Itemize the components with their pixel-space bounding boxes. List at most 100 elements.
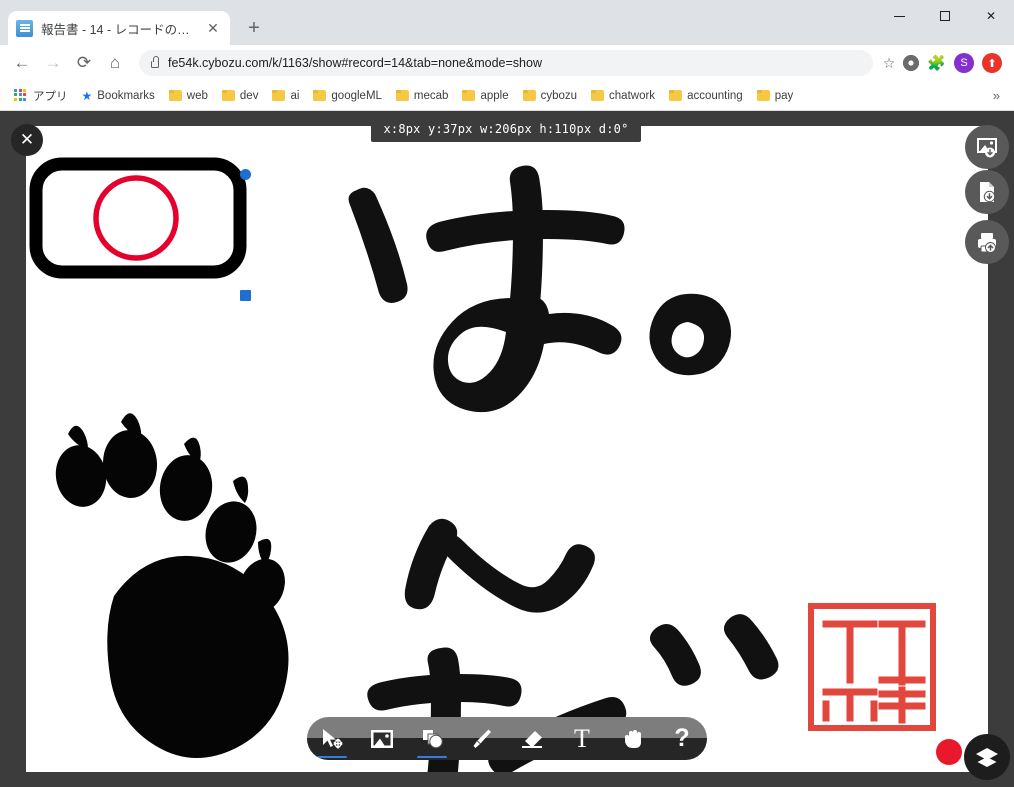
bookmark-star-icon[interactable]: ☆	[883, 55, 896, 72]
tool-toolbar: T ?	[307, 717, 707, 760]
handwriting-n	[404, 518, 595, 613]
omnibox-actions: ☆ 🧩 S ⬆	[883, 53, 1006, 73]
bookmarks-overflow-icon[interactable]: »	[987, 88, 1006, 103]
text-t-icon: T	[574, 723, 590, 753]
update-menu-icon[interactable]: ⬆	[982, 53, 1002, 73]
handwriting-pa	[348, 165, 732, 413]
folder-icon	[591, 90, 605, 101]
help-tool[interactable]: ?	[663, 717, 701, 760]
image-download-icon	[977, 138, 997, 158]
bookmark-label: mecab	[413, 89, 449, 102]
brush-icon	[473, 729, 491, 748]
browser-navbar: ← → ⟳ ⌂ fe54k.cybozu.com/k/1163/show#rec…	[0, 45, 1014, 81]
eraser-icon	[522, 730, 542, 748]
canvas-editor: ✕ x:8px y:37px w:206px h:110px d:0° T ?	[0, 112, 1014, 787]
layers-button[interactable]	[964, 734, 1010, 780]
rotate-handle[interactable]	[240, 169, 251, 180]
bookmark-label: apple	[480, 89, 509, 102]
bookmark-item-googleml[interactable]: googleML	[307, 87, 388, 105]
bookmark-label: pay	[774, 89, 794, 102]
brush-tool[interactable]	[463, 717, 501, 760]
question-mark-icon: ?	[674, 724, 690, 752]
star-icon: ★	[81, 88, 93, 103]
bookmark-item-web[interactable]: web	[163, 87, 214, 105]
drawing-canvas[interactable]	[26, 126, 988, 787]
bookmark-item-chatwork[interactable]: chatwork	[585, 87, 661, 105]
hand-tool[interactable]	[613, 717, 651, 760]
forward-icon[interactable]: →	[39, 49, 67, 77]
document-list-icon	[16, 19, 33, 37]
hanko-stamp	[808, 603, 936, 731]
bookmark-item-mecab[interactable]: mecab	[390, 87, 455, 105]
app-root: 報告書 - 14 - レコードの詳細 ✕ + ✕ ← → ⟳ ⌂ fe54k.c…	[0, 0, 1014, 787]
browser-tab[interactable]: 報告書 - 14 - レコードの詳細 ✕	[8, 11, 230, 45]
folder-icon	[756, 90, 770, 101]
text-tool[interactable]: T	[563, 717, 601, 760]
shapes-tool[interactable]	[413, 717, 451, 760]
folder-icon	[522, 90, 536, 101]
bookmark-item-bookmarks[interactable]: ★ Bookmarks	[76, 86, 161, 106]
layers-icon	[976, 748, 998, 767]
printer-upload-icon	[978, 233, 996, 253]
save-image-button[interactable]	[965, 125, 1009, 169]
bookmark-label: accounting	[687, 89, 743, 102]
apps-grid-icon	[14, 88, 28, 103]
shape-info-bar: x:8px y:37px w:206px h:110px d:0°	[371, 115, 641, 142]
bookmark-item-pay[interactable]: pay	[751, 87, 800, 105]
bookmark-item-accounting[interactable]: accounting	[663, 87, 749, 105]
folder-icon	[313, 90, 327, 101]
address-bar[interactable]: fe54k.cybozu.com/k/1163/show#record=14&t…	[139, 50, 873, 76]
bookmark-item-dev[interactable]: dev	[216, 87, 265, 105]
resize-handle[interactable]	[240, 290, 251, 301]
cursor-move-icon	[323, 728, 343, 749]
eraser-tool[interactable]	[513, 717, 551, 760]
extensions-puzzle-icon[interactable]: 🧩	[927, 54, 946, 72]
bookmark-label: cybozu	[540, 89, 578, 102]
profile-avatar[interactable]: S	[954, 53, 974, 73]
window-controls: ✕	[876, 0, 1014, 45]
shapes-icon	[423, 729, 443, 748]
new-tab-button[interactable]: +	[240, 14, 268, 42]
bookmark-label: chatwork	[609, 89, 656, 102]
window-maximize-button[interactable]	[922, 0, 968, 32]
selected-shape-rounded-rect	[29, 157, 247, 279]
upload-print-button[interactable]	[965, 220, 1009, 264]
image-icon	[371, 729, 393, 748]
hand-icon	[625, 729, 641, 748]
file-download-icon	[980, 182, 996, 203]
url-text: fe54k.cybozu.com/k/1163/show#record=14&t…	[168, 56, 542, 70]
close-editor-button[interactable]: ✕	[11, 124, 43, 156]
folder-icon	[168, 90, 182, 101]
tab-title: 報告書 - 14 - レコードの詳細	[41, 22, 196, 37]
save-file-button[interactable]	[965, 170, 1009, 214]
browser-tabstrip: 報告書 - 14 - レコードの詳細 ✕ + ✕	[0, 0, 1014, 45]
bookmark-label: Bookmarks	[97, 89, 155, 102]
bookmark-apps[interactable]: アプリ	[8, 85, 74, 107]
select-move-tool[interactable]	[313, 717, 351, 760]
tab-close-icon[interactable]: ✕	[204, 19, 222, 37]
bookmark-label: googleML	[331, 89, 382, 102]
window-minimize-button[interactable]	[876, 0, 922, 32]
folder-icon	[462, 90, 476, 101]
color-swatch[interactable]	[936, 739, 962, 765]
bear-paw-print	[55, 413, 289, 759]
bookmark-item-apple[interactable]: apple	[456, 87, 514, 105]
bookmark-item-ai[interactable]: ai	[266, 87, 305, 105]
window-close-button[interactable]: ✕	[968, 0, 1014, 32]
home-icon[interactable]: ⌂	[101, 49, 129, 77]
bookmark-label: ai	[290, 89, 300, 102]
image-tool[interactable]	[363, 717, 401, 760]
folder-icon	[395, 90, 409, 101]
folder-icon	[272, 90, 286, 101]
folder-icon	[221, 90, 235, 101]
bookmark-label: dev	[239, 89, 259, 102]
side-tool-panel	[960, 112, 1014, 787]
gear-icon[interactable]	[903, 55, 920, 71]
bookmark-label: アプリ	[33, 90, 68, 103]
bookmark-item-cybozu[interactable]: cybozu	[517, 87, 583, 105]
folder-icon	[669, 90, 683, 101]
reload-icon[interactable]: ⟳	[70, 49, 98, 77]
bookmark-label: web	[186, 89, 208, 102]
back-icon[interactable]: ←	[8, 49, 36, 77]
canvas-artwork	[29, 157, 936, 787]
